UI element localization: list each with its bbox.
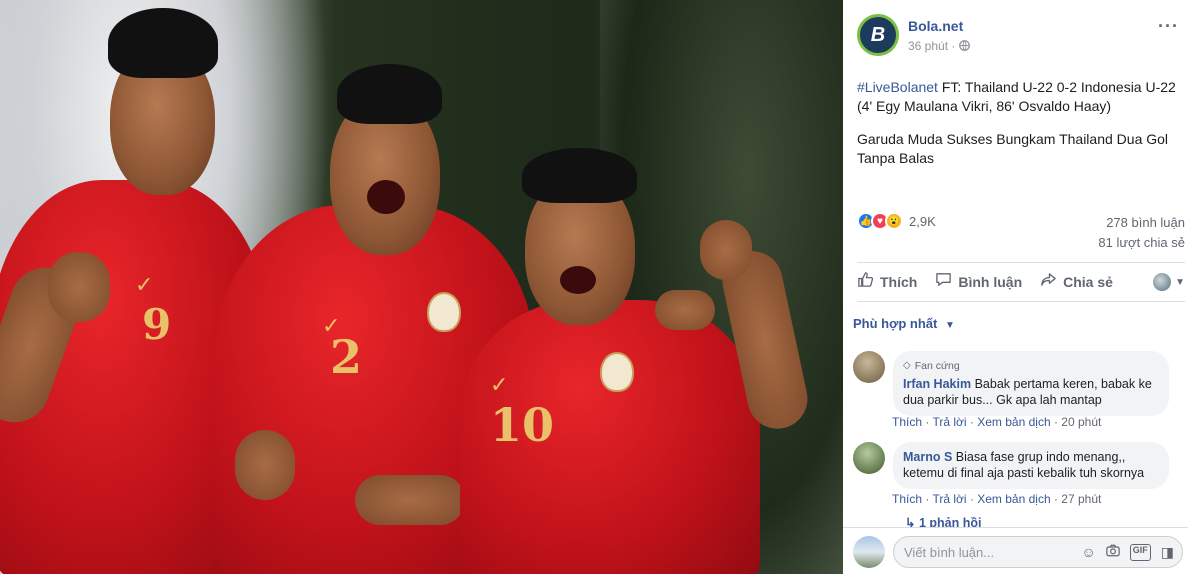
emoji-icon[interactable]: ☺: [1081, 544, 1095, 561]
thumbs-up-icon: [857, 271, 874, 293]
comment-time[interactable]: 20 phút: [1061, 415, 1101, 429]
comment-like-link[interactable]: Thích: [892, 415, 922, 429]
share-icon: [1040, 271, 1057, 293]
current-user-mini-avatar: [1153, 273, 1172, 291]
caret-down-icon: ▼: [944, 320, 955, 331]
comment-sort-dropdown[interactable]: Phù hợp nhất ▼: [853, 316, 955, 331]
composer-icons: ☺ GIF ◨: [1081, 543, 1182, 561]
diamond-icon: ◇: [903, 360, 911, 371]
jersey-number-left: 9: [142, 300, 172, 349]
comment-translate-link[interactable]: Xem bản dịch: [977, 492, 1050, 506]
comment-bubble: Marno S Biasa fase grup indo menang,, ke…: [893, 442, 1169, 489]
more-options-icon[interactable]: ···: [1158, 16, 1179, 37]
comment-composer: Viết bình luận... ☺ GIF ◨: [843, 527, 1188, 574]
comment-time[interactable]: 27 phút: [1061, 492, 1101, 506]
comment-reply-link[interactable]: Trả lời: [932, 492, 966, 506]
sticker-icon[interactable]: ◨: [1161, 544, 1174, 561]
current-user-avatar: [853, 536, 885, 568]
comment-button[interactable]: Bình luận: [935, 271, 1022, 293]
post-photo[interactable]: ✓ 9 ✓ 2 ✓ 10: [0, 0, 843, 574]
camera-icon[interactable]: [1106, 544, 1120, 561]
comment-icon: [935, 271, 952, 293]
post-meta: 36 phút ·: [908, 39, 970, 53]
globe-icon: [958, 39, 970, 53]
comment-input[interactable]: Viết bình luận... ☺ GIF ◨: [893, 536, 1183, 568]
reactions-summary[interactable]: 👍 ♥ 😮 2,9K: [857, 211, 936, 231]
comment-actions: Thích · Trả lời · Xem bản dịch · 27 phút: [892, 492, 1102, 506]
post-actions-bar: Thích Bình luận Chia sẻ ▼: [857, 262, 1185, 302]
fan-badge: ◇ Fan cứng: [903, 358, 1157, 374]
comment-reply-link[interactable]: Trả lời: [932, 415, 966, 429]
post-message: #LiveBolanet FT: Thailand U-22 0-2 Indon…: [857, 78, 1182, 182]
share-button[interactable]: Chia sẻ: [1040, 271, 1113, 293]
post-side-panel: B Bola.net 36 phút · ··· #LiveBolanet FT…: [843, 0, 1188, 574]
commenter-name[interactable]: Marno S: [903, 450, 952, 464]
comment-like-link[interactable]: Thích: [892, 492, 922, 506]
commenter-name[interactable]: Irfan Hakim: [903, 377, 971, 391]
like-button[interactable]: Thích: [857, 271, 917, 293]
wow-reaction-icon: 😮: [885, 212, 903, 230]
share-label: Chia sẻ: [1063, 274, 1113, 290]
caret-down-icon: ▼: [1175, 276, 1185, 288]
commenter-avatar[interactable]: [853, 351, 885, 383]
gif-icon[interactable]: GIF: [1129, 543, 1151, 561]
post-text-line2: Garuda Muda Sukses Bungkam Thailand Dua …: [857, 131, 1169, 166]
page-name-link[interactable]: Bola.net: [908, 18, 963, 34]
reaction-identity-selector[interactable]: ▼: [1153, 273, 1185, 291]
page-avatar[interactable]: B: [857, 14, 899, 56]
sort-label: Phù hợp nhất: [853, 316, 938, 331]
reaction-count: 2,9K: [909, 213, 936, 229]
meta-separator: ·: [951, 39, 959, 53]
shares-count-link[interactable]: 81 lượt chia sẻ: [1098, 233, 1185, 253]
comment-actions: Thích · Trả lời · Xem bản dịch · 20 phút: [892, 415, 1102, 429]
comments-count-link[interactable]: 278 bình luận: [1098, 213, 1185, 233]
jersey-number-right: 10: [490, 398, 555, 452]
commenter-avatar[interactable]: [853, 442, 885, 474]
comment-translate-link[interactable]: Xem bản dịch: [977, 415, 1050, 429]
engagement-counts: 278 bình luận 81 lượt chia sẻ: [1098, 213, 1185, 253]
comment-bubble: ◇ Fan cứng Irfan Hakim Babak pertama ker…: [893, 351, 1169, 416]
comment-label: Bình luận: [958, 274, 1023, 290]
badge-label: Fan cứng: [914, 360, 960, 372]
like-label: Thích: [880, 274, 918, 290]
comment-placeholder: Viết bình luận...: [904, 544, 995, 560]
avatar-logo-letter: B: [870, 23, 886, 46]
jersey-number-center: 2: [330, 330, 363, 384]
post-header: B Bola.net 36 phút · ···: [857, 14, 1179, 60]
hashtag-link[interactable]: #LiveBolanet: [857, 79, 938, 95]
post-time[interactable]: 36 phút: [908, 39, 948, 53]
